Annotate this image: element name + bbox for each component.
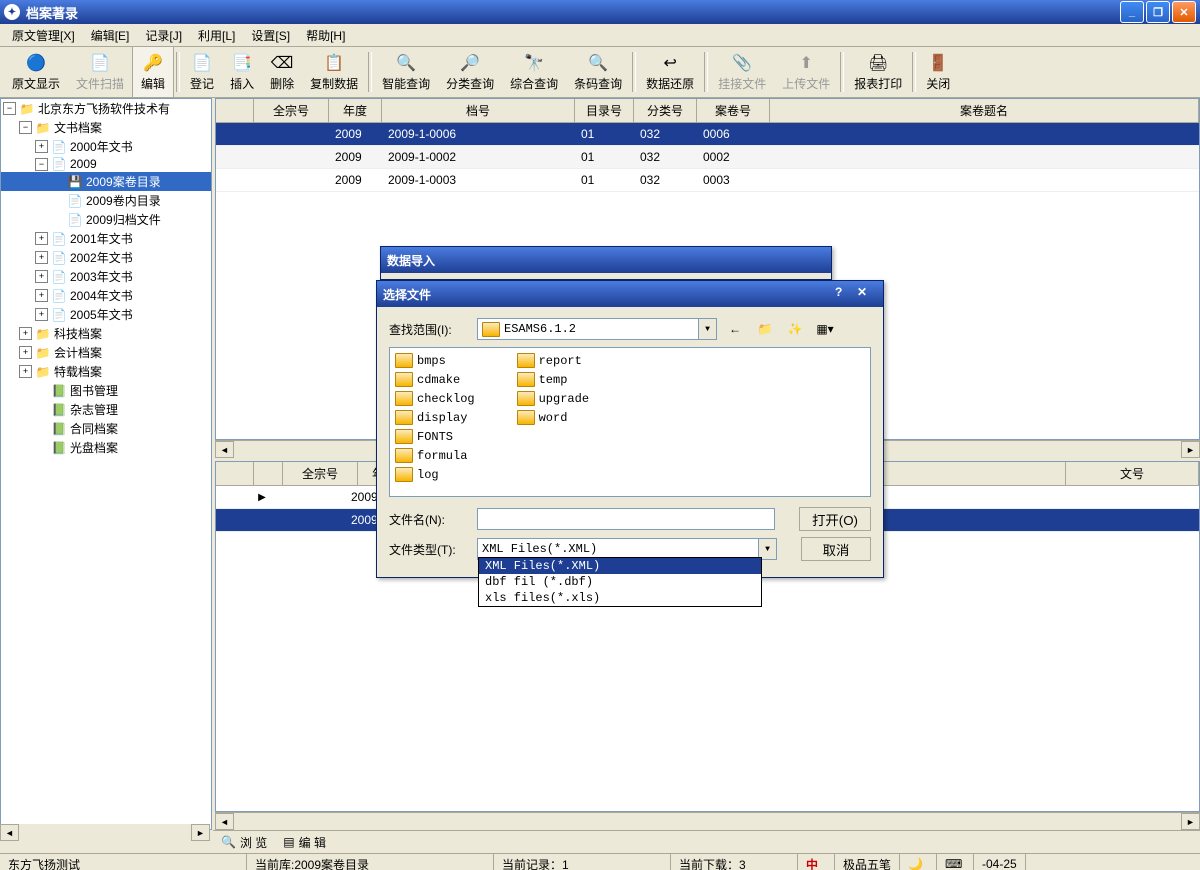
bottom-tabs: 🔍浏 览 ▤编 辑: [213, 830, 1200, 853]
tb-bianji[interactable]: 🔑编辑: [132, 46, 174, 98]
new-folder-icon[interactable]: ✨: [783, 317, 807, 341]
folder-item[interactable]: formula: [394, 447, 476, 464]
folder-item[interactable]: word: [516, 409, 590, 426]
tb-zhineng-chaxun[interactable]: 🔍智能查询: [374, 47, 438, 97]
filetype-option[interactable]: xls files(*.xls): [479, 590, 761, 606]
maximize-button[interactable]: ❐: [1146, 1, 1170, 23]
toolbar: 🔵原文显示 📄文件扫描 🔑编辑 📄登记 📑插入 ⌫删除 📋复制数据 🔍智能查询 …: [0, 47, 1200, 98]
close-button[interactable]: ✕: [1172, 1, 1196, 23]
menu-shezhi[interactable]: 设置[S]: [243, 25, 298, 46]
minimize-button[interactable]: _: [1120, 1, 1144, 23]
filename-input[interactable]: [477, 508, 775, 530]
tb-fuzhi-shuju[interactable]: 📋复制数据: [302, 47, 366, 97]
dialog1-title: 数据导入: [387, 252, 435, 269]
col-flh[interactable]: 分类号: [634, 99, 697, 122]
tb-shuju-huanyuan[interactable]: ↩数据还原: [638, 47, 702, 97]
tab-liulan[interactable]: 🔍浏 览: [221, 834, 267, 851]
toolbar-sep: [632, 52, 636, 92]
dialog-close-button[interactable]: ✕: [857, 285, 877, 303]
lookin-combo[interactable]: ESAMS6.1.2 ▼: [477, 318, 717, 340]
lookin-label: 查找范围(I):: [389, 321, 471, 338]
tb-fenlei-chaxun[interactable]: 🔎分类查询: [438, 47, 502, 97]
filetype-label: 文件类型(T):: [389, 541, 471, 558]
tb-guanbi[interactable]: 🚪关闭: [918, 47, 958, 97]
grid-row[interactable]: 2009 2009-1-0006 01 032 0006: [216, 123, 1199, 146]
tb-charu[interactable]: 📑插入: [222, 47, 262, 97]
tb-zonghe-chaxun[interactable]: 🔭综合查询: [502, 47, 566, 97]
folder-item[interactable]: cdmake: [394, 371, 476, 388]
folder-item[interactable]: temp: [516, 371, 590, 388]
status-ime: 极品五笔: [835, 854, 900, 870]
filename-label: 文件名(N):: [389, 511, 471, 528]
folder-item[interactable]: log: [394, 466, 476, 483]
status-lib: 当前库:2009案卷目录: [247, 854, 494, 870]
col-ajt[interactable]: 案卷题名: [770, 99, 1199, 122]
help-button[interactable]: ?: [835, 285, 855, 303]
toolbar-sep: [176, 52, 180, 92]
tb-baobiao-dayin[interactable]: 🖨报表打印: [846, 47, 910, 97]
col-ajh[interactable]: 案卷号: [697, 99, 770, 122]
folder-item[interactable]: upgrade: [516, 390, 590, 407]
folder-item[interactable]: display: [394, 409, 476, 426]
col-mlh[interactable]: 目录号: [575, 99, 634, 122]
tb-yuanwen-xianshi[interactable]: 🔵原文显示: [4, 47, 68, 97]
app-icon: ✦: [4, 4, 20, 20]
dialog-data-import: 数据导入: [380, 246, 832, 280]
menu-yuanwen[interactable]: 原文管理[X]: [4, 25, 83, 46]
tree-pane[interactable]: −📁北京东方飞扬软件技术有 −📁文书档案 +📄2000年文书 −📄2009 💾2…: [0, 98, 212, 830]
folder-item[interactable]: report: [516, 352, 590, 369]
tb-shangchuan-wenjian: ⬆上传文件: [774, 47, 838, 97]
cancel-button[interactable]: 取消: [801, 537, 871, 561]
dialog2-title: 选择文件: [383, 286, 835, 303]
up-folder-icon[interactable]: 📁: [753, 317, 777, 341]
toolbar-sep: [368, 52, 372, 92]
tb-wenjian-saomiao: 📄文件扫描: [68, 47, 132, 97]
status-date: -04-25: [974, 854, 1026, 870]
hscroll-bottom[interactable]: ◄►: [215, 812, 1200, 830]
status-app: 东方飞扬测试: [0, 854, 247, 870]
toolbar-sep: [912, 52, 916, 92]
folder-item[interactable]: checklog: [394, 390, 476, 407]
col-dh[interactable]: 档号: [382, 99, 575, 122]
menu-bianji[interactable]: 编辑[E]: [83, 25, 138, 46]
status-download: 当前下载：3: [671, 854, 798, 870]
title-bar: ✦ 档案著录 _ ❐ ✕: [0, 0, 1200, 24]
menu-jilu[interactable]: 记录[J]: [137, 25, 190, 46]
open-button[interactable]: 打开(O): [799, 507, 871, 531]
tb-shanchu[interactable]: ⌫删除: [262, 47, 302, 97]
status-bar: 东方飞扬测试 当前库:2009案卷目录 当前记录：1 当前下载：3 中 极品五笔…: [0, 853, 1200, 870]
tb-guajie-wenjian: 📎挂接文件: [710, 47, 774, 97]
list-icon: ▤: [283, 835, 294, 849]
dialog-file-chooser[interactable]: 选择文件 ? ✕ 查找范围(I): ESAMS6.1.2 ▼ ← 📁 ✨ ▦▾ …: [376, 280, 884, 578]
filetype-dropdown[interactable]: XML Files(*.XML) dbf fil (*.dbf) xls fil…: [478, 557, 762, 607]
col-nd[interactable]: 年度: [329, 99, 382, 122]
view-menu-icon[interactable]: ▦▾: [813, 317, 837, 341]
back-icon[interactable]: ←: [723, 317, 747, 341]
file-list[interactable]: bmps cdmake checklog display FONTS formu…: [389, 347, 871, 497]
folder-item[interactable]: FONTS: [394, 428, 476, 445]
grid-row[interactable]: 2009 2009-1-0003 01 032 0003: [216, 169, 1199, 192]
search-icon: 🔍: [221, 835, 236, 849]
grid-row[interactable]: 2009 2009-1-0002 01 032 0002: [216, 146, 1199, 169]
toolbar-sep: [840, 52, 844, 92]
tb-tiaoma-chaxun[interactable]: 🔍条码查询: [566, 47, 630, 97]
menu-liyong[interactable]: 利用[L]: [190, 25, 243, 46]
col-qzh[interactable]: 全宗号: [254, 99, 329, 122]
filetype-option[interactable]: XML Files(*.XML): [479, 558, 761, 574]
toolbar-sep: [704, 52, 708, 92]
status-record: 当前记录：1: [494, 854, 671, 870]
menu-bangzhu[interactable]: 帮助[H]: [298, 25, 353, 46]
folder-item[interactable]: bmps: [394, 352, 476, 369]
tab-bianji[interactable]: ▤编 辑: [283, 834, 326, 851]
menu-bar: 原文管理[X] 编辑[E] 记录[J] 利用[L] 设置[S] 帮助[H]: [0, 24, 1200, 47]
window-title: 档案著录: [26, 3, 1120, 22]
tb-dengji[interactable]: 📄登记: [182, 47, 222, 97]
filetype-option[interactable]: dbf fil (*.dbf): [479, 574, 761, 590]
